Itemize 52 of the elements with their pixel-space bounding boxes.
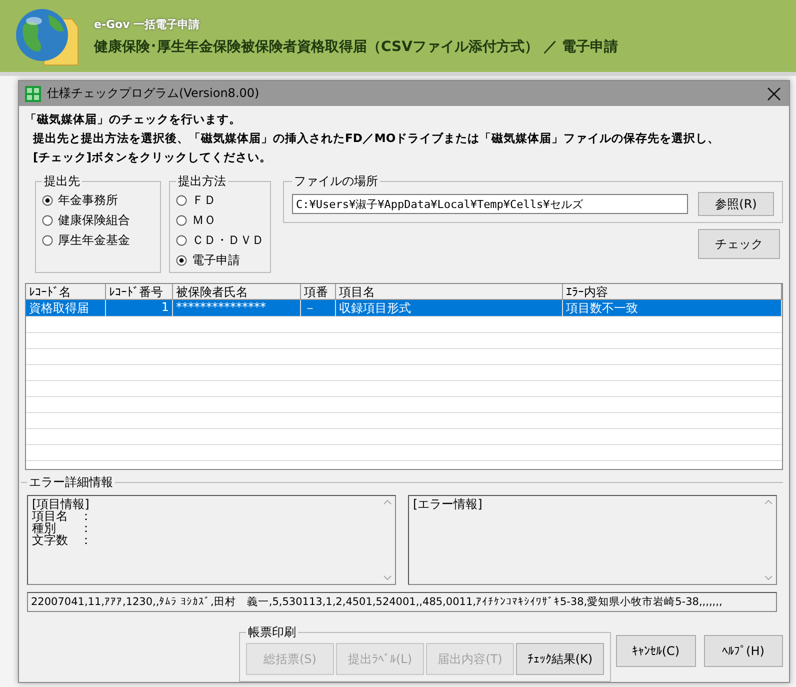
csv-record-field[interactable]: 22007041,11,ｱｱｱ,1230,,ﾀﾑﾗ ﾖｼｶｽﾞ,田村 義一,5,530113,1,2,4501,524001,,485,0011,ｱｲﾁｹﾝｺﾏｷｼｲﾜｻﾞｷ5-38,愛知県小牧市岩崎5-38,,,,,,, [27,592,777,612]
path-field[interactable]: C:¥Users¥淑子¥AppData¥Local¥Temp¥Cells¥セルズ [292,194,688,214]
radio-icon[interactable] [176,195,187,206]
dialog-title: 仕様チェックプログラム(Version8.00) [47,85,260,102]
column-header[interactable]: ﾚｺｰﾄﾞ番号 [106,284,173,300]
table-cell: 項目数不一致 [563,300,782,316]
column-header[interactable]: 項番 [301,284,336,300]
column-header[interactable]: ﾚｺｰﾄﾞ名 [26,284,106,300]
group-label: 帳票印刷 [247,624,297,641]
group-label: エラー詳細情報 [28,474,114,491]
group-label: ファイルの場所 [293,173,379,190]
radio-option[interactable]: 電子申請 [176,252,240,269]
instruction-text: 「磁気媒体届」のチェックを行います。 [25,111,241,128]
print-button[interactable]: ﾁｪｯｸ結果(K) [516,643,604,675]
radio-icon[interactable] [176,255,187,266]
app-icon [25,86,41,102]
radio-option[interactable]: 健康保険組合 [42,212,130,229]
group-label: 提出方法 [177,173,227,190]
instruction-text: [チェック]ボタンをクリックしてください。 [33,149,272,166]
info-line: 文字数 ： [32,534,93,546]
close-icon[interactable] [767,86,781,100]
radio-icon[interactable] [176,235,187,246]
instruction-text: 提出先と提出方法を選択後、「磁気媒体届」の挿入されたFD／MOドライブまたは「磁気媒体届」ファイルの保存先を選択し、 [33,130,720,147]
info-line: 種別 ： [32,522,93,534]
radio-option[interactable]: ＣＤ・ＤＶＤ [176,232,264,249]
column-header[interactable]: ｴﾗｰ内容 [563,284,782,300]
info-line: [エラー情報] [413,498,484,510]
radio-icon[interactable] [42,215,53,226]
browse-button[interactable]: 参照(R) [698,192,774,216]
table-cell: *************** [173,300,301,316]
table-cell: － [301,300,336,316]
radio-option[interactable]: 厚生年金基金 [42,232,130,249]
radio-option[interactable]: ＭＯ [176,212,216,229]
table-cell: 収録項目形式 [336,300,563,316]
radio-icon[interactable] [176,215,187,226]
column-header[interactable]: 項目名 [336,284,563,300]
help-button[interactable]: ﾍﾙﾌﾟ(H) [704,635,783,667]
group-label: 提出先 [43,173,81,190]
info-line: 項目名 ： [32,510,93,522]
radio-icon[interactable] [42,195,53,206]
table-cell: 1 [106,300,173,316]
radio-icon[interactable] [42,235,53,246]
page-title: 健康保険･厚生年金保険被保険者資格取得届（CSVファイル添付方式） ／ 電子申請 [94,38,618,56]
table-row[interactable]: 資格取得届 1 *************** － 収録項目形式 項目数不一致 [26,300,782,316]
radio-option[interactable]: ＦＤ [176,192,216,209]
table-cell: 資格取得届 [26,300,106,316]
app-name: e-Gov 一括電子申請 [94,16,200,32]
check-button[interactable]: チェック [698,229,780,259]
radio-option[interactable]: 年金事務所 [42,192,118,209]
cancel-button[interactable]: ｷｬﾝｾﾙ(C) [616,635,696,667]
column-header[interactable]: 被保険者氏名 [173,284,301,300]
info-line: [項目情報] [32,498,90,510]
